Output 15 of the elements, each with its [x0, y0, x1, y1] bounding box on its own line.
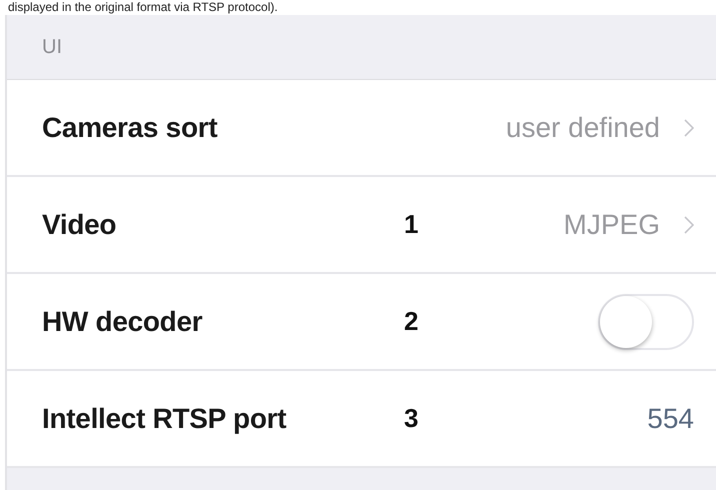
callout-number: 1	[404, 209, 418, 240]
setting-label: HW decoder	[42, 306, 204, 338]
callout-number: 3	[404, 403, 418, 434]
setting-value[interactable]: user defined	[506, 112, 660, 144]
caption-text: displayed in the original format via RTSP protocol).	[7, 0, 279, 15]
section-title: UI	[42, 36, 62, 58]
callout-number: 2	[404, 306, 418, 337]
chevron-icon	[684, 118, 694, 136]
port-value[interactable]: 554	[647, 402, 694, 434]
setting-label: Intellect RTSP port	[42, 402, 288, 434]
setting-value[interactable]: MJPEG	[564, 208, 660, 240]
setting-label: Video	[42, 208, 118, 240]
setting-label: Cameras sort	[42, 112, 218, 144]
toggle-switch[interactable]	[598, 294, 694, 350]
chevron-icon	[684, 216, 694, 234]
